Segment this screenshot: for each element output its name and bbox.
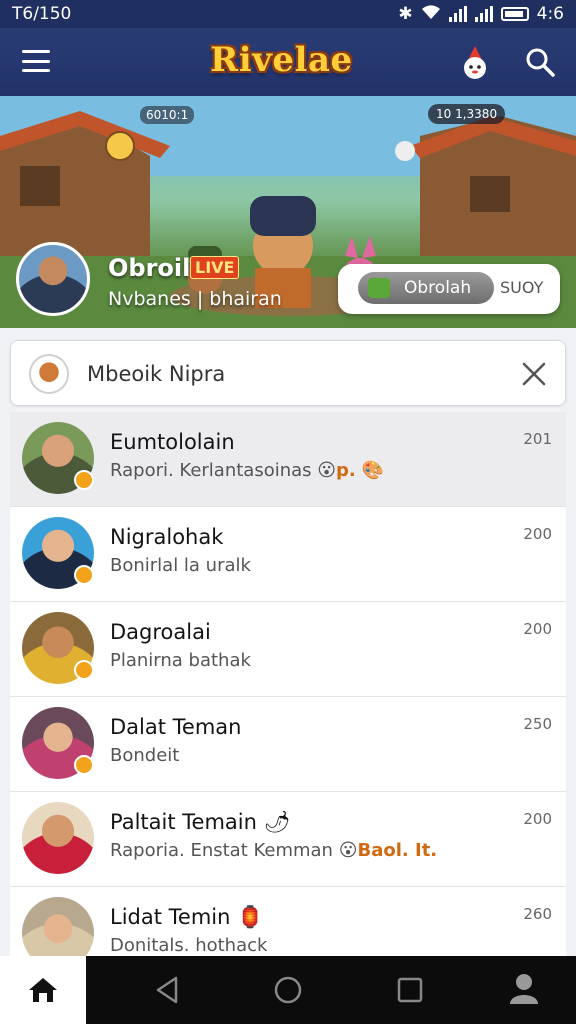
emoji-icon: 😮 [317, 460, 337, 481]
status-icons: ✱ 4:6 [398, 4, 564, 25]
chat-name-text: Paltait Temain [110, 810, 257, 834]
chat-message: Donitals. hothack [110, 935, 268, 956]
chat-name: Eumtololain [110, 430, 235, 454]
chat-action-button[interactable]: Obrolah [358, 272, 494, 304]
bluetooth-icon: ✱ [398, 4, 413, 24]
back-icon[interactable] [152, 974, 184, 1006]
chat-action-extra[interactable]: SUOY [500, 278, 543, 297]
status-badge [74, 470, 94, 490]
lantern-icon: 🏮 [237, 905, 264, 929]
status-time: T6/150 [12, 4, 72, 24]
chat-message: Bonirlal la uralk [110, 555, 251, 576]
banner-stats: 10 1,3380 [428, 104, 506, 124]
emoji-icon: 😮 [338, 840, 358, 861]
profile-icon[interactable] [506, 970, 542, 1006]
chat-row[interactable]: Dagroalai Planirna bathak 200 [10, 602, 566, 697]
chat-name: Dagroalai [110, 620, 211, 644]
chat-list: Eumtololain Rapori. Kerlantasoinas 😮p. 🎨… [10, 412, 566, 956]
search-avatar [29, 354, 69, 394]
app-logo: Rivelae [210, 40, 353, 80]
game-banner[interactable]: 6010:1 10 1,3380 Obroil LIVE Nvbanes | b… [0, 96, 576, 328]
chat-name: Lidat Temin 🏮 [110, 905, 263, 930]
chat-message-text: Raporia. Enstat Kemman [110, 840, 333, 861]
chat-message-suffix: Baol. It. [357, 840, 438, 861]
chat-row[interactable]: Dalat Teman Bondeit 250 [10, 697, 566, 792]
recent-apps-icon[interactable] [396, 976, 424, 1004]
close-icon[interactable] [519, 359, 549, 389]
hero-name: Obroil [108, 254, 191, 282]
avatar [22, 802, 94, 874]
chat-message-text: Rapori. Kerlantasoinas [110, 460, 312, 481]
chat-time: 200 [523, 810, 552, 828]
status-badge [74, 755, 94, 775]
chili-icon [368, 278, 390, 298]
chat-action-label: Obrolah [404, 278, 472, 298]
chat-row[interactable]: Lidat Temin 🏮 Donitals. hothack 260 [10, 887, 566, 956]
chat-message: Rapori. Kerlantasoinas 😮p. 🎨 [110, 460, 384, 481]
chat-message: Bondeit [110, 745, 180, 766]
chat-row[interactable]: Nigralohak Bonirlal la uralk 200 [10, 507, 566, 602]
home-icon[interactable] [0, 956, 86, 1024]
app-bar: Rivelae [0, 28, 576, 96]
status-bar: T6/150 ✱ 4:6 [0, 0, 576, 28]
hero-subtitle: Nvbanes | bhairan [108, 288, 282, 310]
chat-action-card: Obrolah SUOY [338, 264, 560, 314]
mascot-icon[interactable] [460, 44, 490, 80]
chat-message-suffix: p. [336, 460, 356, 481]
chat-time: 200 [523, 620, 552, 638]
chat-row[interactable]: Paltait Temain 🌶 Raporia. Enstat Kemman … [10, 792, 566, 887]
live-badge: LIVE [190, 256, 240, 279]
chat-message: Raporia. Enstat Kemman 😮Baol. It. [110, 840, 437, 861]
status-badge [74, 565, 94, 585]
chat-time: 200 [523, 525, 552, 543]
bottom-navigation [0, 956, 576, 1024]
chat-name: Nigralohak [110, 525, 224, 549]
search-input[interactable] [87, 356, 467, 392]
chat-name-text: Lidat Temin [110, 905, 231, 929]
chat-name: Dalat Teman [110, 715, 242, 739]
signal-icon [448, 6, 467, 22]
status-badge [74, 660, 94, 680]
chat-time: 250 [523, 715, 552, 733]
sticker-icon: 🎨 [361, 460, 384, 481]
chat-row[interactable]: Eumtololain Rapori. Kerlantasoinas 😮p. 🎨… [10, 412, 566, 507]
chili-icon: 🌶 [263, 810, 291, 834]
search-icon[interactable] [524, 46, 556, 78]
chat-message: Planirna bathak [110, 650, 251, 671]
battery-icon [500, 7, 529, 21]
chat-time: 201 [523, 430, 552, 448]
chat-time: 260 [523, 905, 552, 923]
avatar [22, 897, 94, 956]
home-circle-icon[interactable] [272, 974, 304, 1006]
chat-name: Paltait Temain 🌶 [110, 810, 290, 835]
hamburger-menu-icon[interactable] [22, 50, 50, 72]
battery-text: 4:6 [536, 4, 564, 24]
hero-avatar[interactable] [16, 242, 90, 316]
wifi-icon [421, 4, 441, 25]
search-card [10, 340, 566, 406]
banner-top-badge: 6010:1 [140, 106, 195, 124]
signal-icon-2 [474, 6, 493, 22]
